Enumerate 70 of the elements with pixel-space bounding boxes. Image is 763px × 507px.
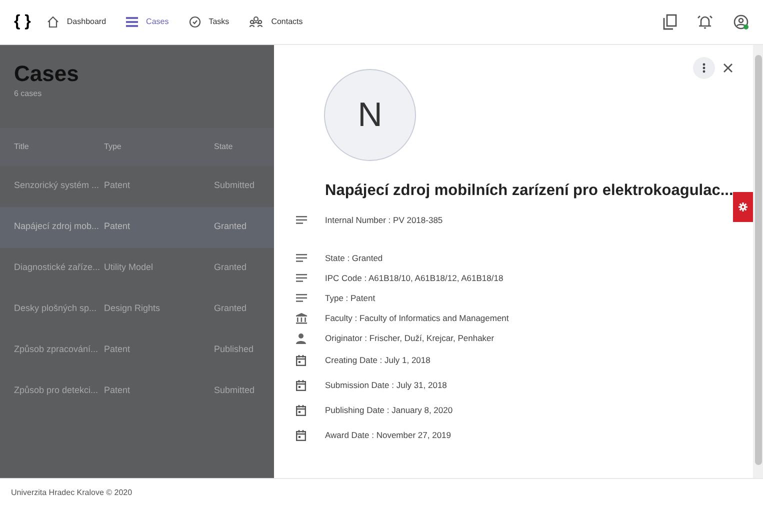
table-cell-text: Granted [214, 302, 248, 316]
nav-tab[interactable]: Tasks [188, 16, 230, 28]
table-cell-text: Patent [104, 384, 132, 398]
nav-tab[interactable]: Contacts [249, 16, 303, 28]
calendar-icon [296, 355, 306, 366]
table-cell-text: Patent [104, 220, 132, 234]
field-text: Type : Patent [325, 292, 376, 305]
table-cell-text: Diagnostické zaříze... [13, 261, 102, 274]
field-text: Faculty : Faculty of Informatics and Management [325, 312, 509, 325]
column-header: Type [104, 140, 122, 152]
avatar: N [324, 69, 416, 161]
table-cell-text: Desky plošných sp... [13, 302, 98, 316]
user-status-icon[interactable] [733, 14, 749, 30]
calendar-icon [296, 405, 306, 416]
table-cell-text: Patent [104, 343, 132, 356]
check-circle-icon [188, 16, 201, 28]
field-text: State : Granted [325, 252, 383, 265]
dots-icon [702, 63, 706, 73]
text-lines-icon [296, 294, 307, 302]
calendar-icon [296, 380, 306, 392]
more-button[interactable] [693, 57, 716, 79]
table-cell-text: Design Rights [104, 302, 162, 316]
field-text: IPC Code : A61B18/10, A61B18/12, A61B18/18 [325, 272, 504, 285]
table-cell-text: Submitted [214, 179, 256, 192]
table-row[interactable]: Senzorický systém ... Patent Submitted [0, 166, 274, 206]
settings-tab[interactable] [733, 192, 754, 222]
table-cell-text: Způsob pro detekci... [13, 384, 100, 398]
field-text: Submission Date : July 31, 2018 [325, 379, 447, 392]
nav-tab[interactable]: Dashboard [46, 16, 106, 28]
table-row[interactable]: Způsob zpracování... Patent Published [0, 330, 274, 370]
table-row[interactable]: Napájecí zdroj mob... Patent Granted [0, 206, 274, 248]
calendar-icon [296, 430, 306, 442]
column-header: Title [13, 140, 30, 152]
table-cell-text: Utility Model [104, 261, 154, 274]
table-row[interactable]: Desky plošných sp... Design Rights Granted [0, 288, 274, 330]
text-lines-icon [296, 216, 307, 224]
table-cell-text: Senzorický systém ... [13, 179, 100, 192]
case-title: Napájecí zdroj mobilních zarízení pro elektrokoagulac... [325, 181, 734, 201]
table-cell-text: Patent [104, 179, 132, 192]
nav-tab[interactable]: Cases [126, 16, 169, 28]
text-lines-icon [296, 274, 307, 282]
table-cell-text: Napájecí zdroj mob... [13, 220, 100, 234]
bank-icon [296, 312, 307, 324]
person-icon [296, 332, 306, 344]
field-text: Internal Number : PV 2018-385 [325, 214, 443, 227]
column-header: State [214, 140, 234, 152]
logo[interactable]: { } [14, 10, 31, 34]
footer-text: Univerzita Hradec Kralove © 2020 [11, 487, 132, 499]
scrollbar-thumb[interactable] [755, 55, 762, 465]
field-text: Originator : Frischer, Duží, Krejcar, Penhaker [325, 332, 494, 345]
field-text: Publishing Date : January 8, 2020 [325, 404, 453, 418]
table-cell-text: Granted [214, 220, 248, 234]
table-cell-text: Granted [214, 261, 248, 274]
documents-icon[interactable] [663, 14, 677, 30]
list-icon [126, 17, 138, 27]
table-row[interactable]: Způsob pro detekci... Patent Submitted [0, 370, 274, 412]
table-cell-text: Submitted [214, 384, 256, 398]
table-cell-text: Published [214, 343, 255, 356]
gear-icon [738, 202, 748, 212]
home-icon [46, 16, 59, 28]
page-title: Cases [13, 60, 80, 88]
table-row[interactable]: Diagnostické zaříze... Utility Model Granted [0, 248, 274, 288]
bell-icon[interactable] [697, 14, 713, 30]
people-icon [249, 16, 264, 28]
close-icon[interactable] [723, 63, 734, 73]
table-cell-text: Způsob zpracování... [13, 343, 100, 356]
case-count: 6 cases [13, 88, 43, 100]
field-text: Award Date : November 27, 2019 [325, 429, 451, 442]
text-lines-icon [296, 254, 307, 262]
field-text: Creating Date : July 1, 2018 [325, 354, 430, 368]
